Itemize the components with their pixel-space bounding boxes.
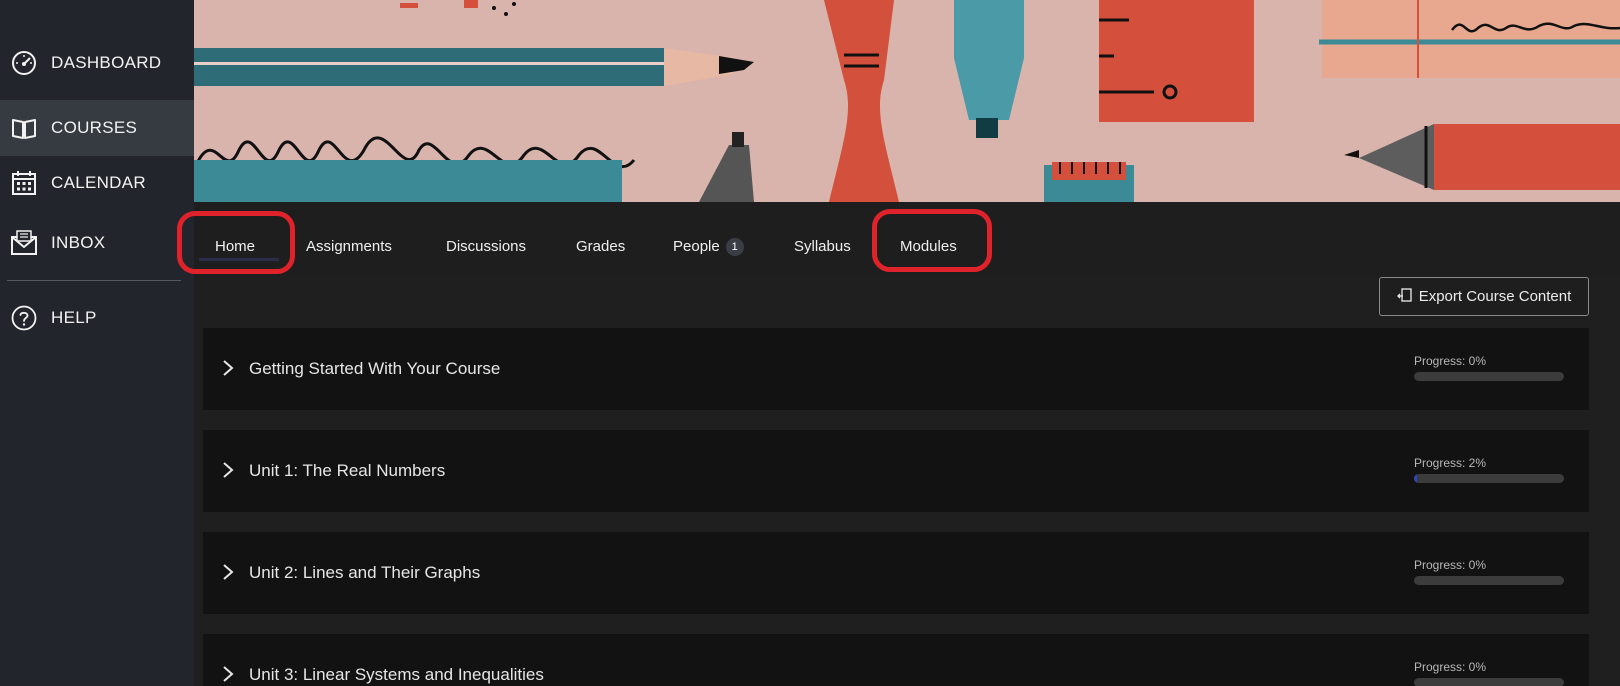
tab-people-label: People bbox=[673, 238, 720, 255]
speedometer-icon bbox=[10, 49, 38, 77]
tab-discussions[interactable]: Discussions bbox=[446, 238, 526, 255]
nav-label: INBOX bbox=[51, 233, 106, 252]
export-button-label: Export Course Content bbox=[1418, 288, 1572, 305]
module-title: Unit 1: The Real Numbers bbox=[249, 461, 446, 480]
module-title: Getting Started With Your Course bbox=[249, 359, 501, 378]
progress-label: Progress: 0% bbox=[1414, 558, 1487, 572]
book-icon bbox=[10, 114, 38, 142]
nav-dashboard[interactable]: DASHBOARD bbox=[0, 34, 194, 92]
highlight-modules bbox=[872, 209, 992, 272]
nav-label: HELP bbox=[51, 308, 97, 327]
tab-assignments[interactable]: Assignments bbox=[306, 238, 392, 255]
progress-bar bbox=[1414, 576, 1564, 585]
sidebar-divider bbox=[7, 280, 181, 281]
export-course-content-button[interactable]: Export Course Content bbox=[1379, 277, 1589, 316]
progress-fill bbox=[1414, 474, 1417, 483]
nav-label: CALENDAR bbox=[51, 173, 146, 192]
progress-bar bbox=[1414, 474, 1564, 483]
nav-label: DASHBOARD bbox=[51, 53, 162, 72]
module-row[interactable]: Unit 3: Linear Systems and Inequalities … bbox=[203, 634, 1589, 686]
progress-label: Progress: 0% bbox=[1414, 660, 1487, 674]
nav-inbox[interactable]: INBOX bbox=[0, 214, 194, 272]
progress-bar bbox=[1414, 372, 1564, 381]
nav-label: COURSES bbox=[51, 118, 138, 137]
progress-label: Progress: 0% bbox=[1414, 354, 1487, 368]
chevron-right-icon bbox=[219, 358, 237, 378]
progress-label: Progress: 2% bbox=[1414, 456, 1487, 470]
chevron-right-icon bbox=[219, 460, 237, 480]
export-icon bbox=[1396, 287, 1413, 307]
chevron-right-icon bbox=[219, 562, 237, 582]
help-icon bbox=[10, 304, 38, 332]
highlight-home bbox=[177, 211, 295, 274]
tab-people[interactable]: People 1 bbox=[673, 238, 744, 256]
progress-bar bbox=[1414, 678, 1564, 686]
module-row[interactable]: Unit 2: Lines and Their Graphs Progress:… bbox=[203, 532, 1589, 614]
nav-courses[interactable]: COURSES bbox=[0, 100, 194, 156]
tab-grades[interactable]: Grades bbox=[576, 238, 625, 255]
calendar-icon bbox=[10, 169, 38, 197]
nav-calendar[interactable]: CALENDAR bbox=[0, 154, 194, 212]
chevron-right-icon bbox=[219, 664, 237, 684]
module-title: Unit 2: Lines and Their Graphs bbox=[249, 563, 481, 582]
people-count-badge: 1 bbox=[725, 238, 744, 256]
envelope-icon bbox=[10, 229, 38, 257]
global-nav-sidebar: DASHBOARD COURSES CALENDAR INBOX HELP bbox=[0, 0, 194, 686]
module-row[interactable]: Getting Started With Your Course Progres… bbox=[203, 328, 1589, 410]
nav-help[interactable]: HELP bbox=[0, 289, 194, 347]
tab-syllabus[interactable]: Syllabus bbox=[794, 238, 851, 255]
module-row[interactable]: Unit 1: The Real Numbers Progress: 2% bbox=[203, 430, 1589, 512]
course-banner-image bbox=[194, 0, 1620, 202]
module-title: Unit 3: Linear Systems and Inequalities bbox=[249, 665, 544, 684]
